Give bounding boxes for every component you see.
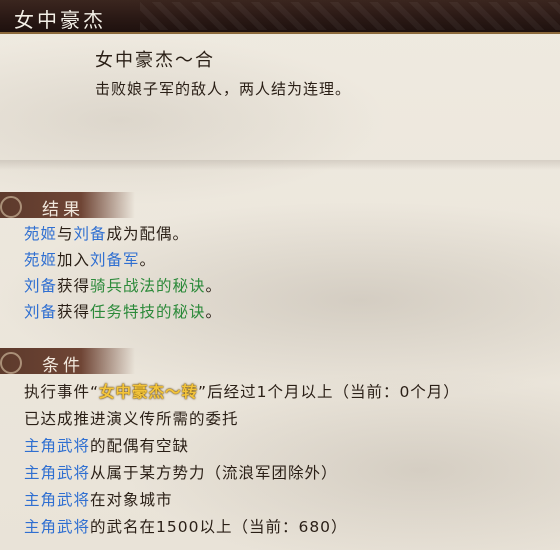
top-bar: 女中豪杰: [0, 0, 560, 34]
result-line-1: 苑姬与刘备成为配偶。: [24, 222, 189, 244]
character-name: 苑姬: [24, 251, 58, 269]
condition-text: 的配偶有空缺: [90, 437, 190, 455]
condition-line-3: 主角武将的配偶有空缺: [24, 434, 189, 456]
result-text: 加入: [57, 251, 91, 269]
character-name: 刘备: [73, 225, 107, 243]
event-description: 击败娘子军的敌人，两人结为连理。: [95, 80, 352, 98]
condition-text: 从属于某方势力（流浪军团除外）: [90, 464, 338, 482]
character-name: 刘备: [24, 277, 58, 295]
result-text: 与: [57, 225, 74, 243]
result-text: 获得: [57, 303, 91, 321]
result-line-2: 苑姬加入刘备军。: [24, 248, 156, 270]
character-name: 苑姬: [24, 225, 58, 243]
protagonist-name: 主角武将: [24, 518, 91, 536]
result-text: 获得: [57, 277, 91, 295]
conditions-header-label: 条件: [42, 356, 84, 376]
condition-text: 在对象城市: [90, 491, 173, 509]
protagonist-name: 主角武将: [24, 464, 91, 482]
result-text: 成为配偶。: [106, 225, 190, 243]
result-text: 。: [139, 251, 157, 269]
faction-name: 刘备军: [90, 251, 140, 269]
results-header-label: 结果: [42, 200, 84, 220]
result-line-4: 刘备获得任务特技的秘诀。: [24, 300, 222, 322]
event-summary: 女中豪杰～合 击败娘子军的敌人，两人结为连理。: [0, 40, 560, 180]
event-title: 女中豪杰: [14, 8, 106, 32]
event-subtitle: 女中豪杰～合: [95, 50, 215, 71]
results-header-ornament: [0, 196, 22, 218]
result-line-3: 刘备获得骑兵战法的秘诀。: [24, 274, 222, 296]
condition-text: 已达成推进演义传所需的委托: [24, 410, 239, 428]
result-text: 。: [205, 277, 223, 295]
summary-divider: [0, 160, 560, 170]
skill-secret-name: 骑兵战法的秘诀: [90, 277, 206, 295]
condition-text: 的武名在1500以上（当前：680）: [90, 518, 348, 536]
results-header: 结果: [0, 192, 560, 220]
result-text: 。: [205, 303, 223, 321]
protagonist-name: 主角武将: [24, 491, 91, 509]
condition-line-6: 主角武将的武名在1500以上（当前：680）: [24, 515, 348, 537]
condition-line-5: 主角武将在对象城市: [24, 488, 173, 510]
condition-text: 执行事件“: [24, 383, 100, 401]
top-bar-pattern: [140, 2, 560, 30]
condition-line-1: 执行事件“女中豪杰～转”后经过1个月以上（当前：0个月）: [24, 380, 460, 402]
protagonist-name: 主角武将: [24, 437, 91, 455]
condition-line-2: 已达成推进演义传所需的委托: [24, 407, 239, 429]
skill-secret-name: 任务特技的秘诀: [90, 303, 206, 321]
conditions-header-ornament: [0, 352, 22, 374]
condition-text: ”后经过1个月以上（当前：0个月）: [198, 383, 460, 401]
conditions-header: 条件: [0, 348, 560, 376]
condition-line-4: 主角武将从属于某方势力（流浪军团除外）: [24, 461, 338, 483]
event-name: 女中豪杰～转: [99, 383, 199, 401]
character-name: 刘备: [24, 303, 58, 321]
